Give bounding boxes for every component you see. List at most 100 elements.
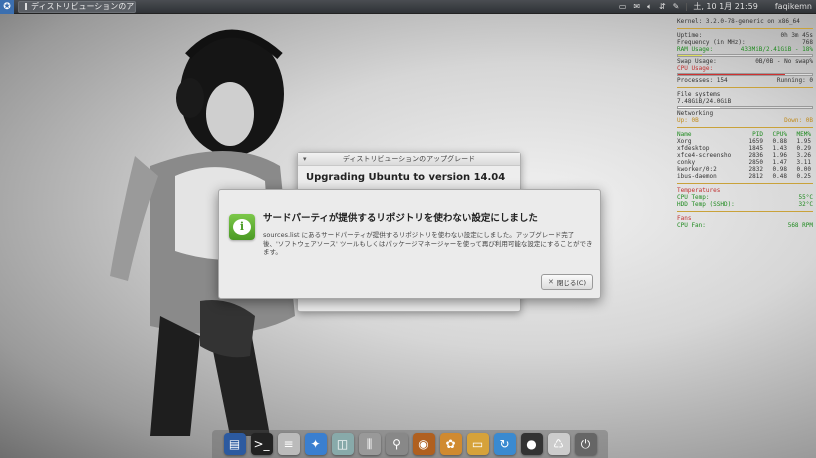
proc-col-header: PID: [752, 131, 763, 138]
proc-cell: 1.96: [772, 152, 787, 159]
proc-cell: Xorg: [677, 138, 692, 145]
conky-divider: [677, 211, 813, 212]
conky-temp-cpu: CPU Temp: 55°C: [677, 194, 813, 201]
conky-network-label: Networking: [677, 110, 714, 117]
screenshot-icon[interactable]: ✎: [673, 2, 680, 11]
conky-cpu-bar: [677, 73, 813, 76]
conky-divider: [677, 183, 813, 184]
shutdown-icon[interactable]: ⏻: [574, 433, 597, 455]
proc-col-header: Name: [677, 131, 692, 138]
proc-cell: 1.47: [772, 159, 787, 166]
network-icon[interactable]: ⇵: [659, 2, 666, 11]
conky-proc-row: kworker/0:2 2832 0.98 0.00: [677, 166, 813, 173]
system-tray: ▭ ✉ 🔈︎ ⇵ ✎ 土, 10 1月 21:59 faqikemn: [619, 2, 816, 11]
conky-proc-row: Xorg 1659 0.88 1.95: [677, 138, 813, 145]
proc-cell: ibus-daemon: [677, 173, 717, 180]
conky-divider: [677, 87, 813, 88]
search-icon[interactable]: ⚲: [385, 433, 408, 455]
xfce-menu-icon[interactable]: ✪: [0, 0, 14, 14]
conky-proc-list: Xorg 1659 0.88 1.95 xfdesktop 1845 1.43 0.29 xfc…: [677, 138, 813, 180]
proc-cell: 0.29: [796, 145, 811, 152]
folder-icon[interactable]: ▭: [466, 433, 489, 455]
proc-cell: 0.88: [772, 138, 787, 145]
proc-cell: kworker/0:2: [677, 166, 717, 173]
window-icon: [25, 3, 27, 10]
conky-ram-bar: [677, 54, 813, 57]
conky-temps-header: Temperatures: [677, 187, 721, 194]
safari-icon[interactable]: ✦: [304, 433, 327, 455]
proc-cell: 0.00: [796, 166, 811, 173]
upgrade-window-title: ディストリビューションのアップグレード: [342, 155, 476, 163]
info-icon: i: [229, 214, 255, 240]
trash-icon[interactable]: ♺: [547, 433, 570, 455]
file-manager-icon[interactable]: ≡: [277, 433, 300, 455]
proc-cell: 0.25: [796, 173, 811, 180]
proc-cell: 0.48: [772, 173, 787, 180]
conky-frequency: Frequency (in MHz): 768: [677, 39, 813, 46]
window-menu-icon[interactable]: ▾: [303, 155, 307, 163]
photos-icon[interactable]: ✿: [439, 433, 462, 455]
dialog-message: sources.list にあるサードパーティが提供するリポジトリを使わない設定…: [263, 231, 593, 256]
conky-proc-row: conky 2850 1.47 3.11: [677, 159, 813, 166]
info-dialog[interactable]: i サードパーティが提供するリポジトリを使わない設定にしました sources.…: [218, 189, 601, 299]
conky-fs-bar: [677, 106, 813, 109]
conky-fs: 7.48GiB/24.0GiB: [677, 98, 732, 105]
conky-cpu: CPU Usage:: [677, 65, 714, 72]
dock: ▤ >_ ≡ ✦ ◫ ⫼ ⚲ ◉ ✿ ▭ ↻ ● ♺ ⏻: [212, 430, 608, 458]
conky-fan-header: Fans: [677, 215, 692, 222]
volume-icon[interactable]: 🔈︎: [647, 2, 652, 11]
conky-uptime: Uptime: 0h 3m 45s: [677, 32, 813, 39]
update-icon[interactable]: ↻: [493, 433, 516, 455]
close-button-label: 閉じる(C): [556, 279, 586, 287]
conky-ram: RAM Usage: 433MiB/2.41GiB - 18%: [677, 46, 813, 53]
conky-proc-header: Name PID CPU% MEM%: [677, 131, 813, 138]
conky-fan: CPU Fan: 568 RPM: [677, 222, 813, 229]
proc-cell: 1659: [748, 138, 763, 145]
proc-cell: 2850: [748, 159, 763, 166]
proc-col-header: CPU%: [772, 131, 787, 138]
close-icon: ✕: [548, 278, 554, 286]
desktop-icon[interactable]: ▤: [223, 433, 246, 455]
proc-cell: xfdesktop: [677, 145, 710, 152]
taskbar-window-button[interactable]: ディストリビューションのアップ…: [18, 0, 136, 13]
proc-cell: 3.26: [796, 152, 811, 159]
user-name[interactable]: faqikemn: [765, 2, 812, 11]
conky-swap: Swap Usage: 0B/0B - No swap%: [677, 58, 813, 65]
system-monitor-icon[interactable]: ◫: [331, 433, 354, 455]
conky-kernel: Kernel: 3.2.0-78-generic on x86_64: [677, 18, 800, 25]
conky-temp-hdd: HDD Temp (SSHD): 32°C: [677, 201, 813, 208]
conky-divider: [677, 127, 813, 128]
battery-icon[interactable]: ▭: [619, 2, 627, 11]
upgrade-window-titlebar[interactable]: ▾ ディストリビューションのアップグレード: [298, 153, 520, 166]
proc-cell: 3.11: [796, 159, 811, 166]
proc-cell: conky: [677, 159, 696, 166]
proc-cell: xfce4-screensho: [677, 152, 732, 159]
mixer-icon[interactable]: ⫼: [358, 433, 381, 455]
conky-proc-row: xfdesktop 1845 1.43 0.29: [677, 145, 813, 152]
mail-icon[interactable]: ✉: [633, 2, 640, 11]
conky-proc-row: xfce4-screensho 2836 1.96 3.26: [677, 152, 813, 159]
proc-cell: 1845: [748, 145, 763, 152]
conky-fs-label: File systems: [677, 91, 721, 98]
conky-monitor: Kernel: 3.2.0-78-generic on x86_64 Uptim…: [677, 18, 813, 229]
conky-network: Up: 0B Down: 0B: [677, 117, 813, 124]
proc-cell: 1.43: [772, 145, 787, 152]
proc-col-header: MEM%: [796, 131, 811, 138]
close-button[interactable]: ✕ 閉じる(C): [541, 274, 593, 290]
proc-cell: 2836: [748, 152, 763, 159]
proc-cell: 2832: [748, 166, 763, 173]
top-panel: ✪ ディストリビューションのアップ… ▭ ✉ 🔈︎ ⇵ ✎ 土, 10 1月 2…: [0, 0, 816, 14]
media-icon[interactable]: ◉: [412, 433, 435, 455]
conky-proc-row: ibus-daemon 2812 0.48 0.25: [677, 173, 813, 180]
conky-processes: Processes: 154 Running: 0: [677, 77, 813, 84]
proc-cell: 0.98: [772, 166, 787, 173]
conky-divider: [677, 28, 813, 29]
clock[interactable]: 土, 10 1月 21:59: [686, 2, 758, 11]
taskbar-window-title: ディストリビューションのアップ…: [31, 2, 135, 11]
recorder-icon[interactable]: ●: [520, 433, 543, 455]
proc-cell: 2812: [748, 173, 763, 180]
upgrade-heading: Upgrading Ubuntu to version 14.04: [306, 172, 506, 183]
dialog-title: サードパーティが提供するリポジトリを使わない設定にしました: [263, 213, 538, 224]
terminal-icon[interactable]: >_: [250, 433, 273, 455]
proc-cell: 1.95: [796, 138, 811, 145]
